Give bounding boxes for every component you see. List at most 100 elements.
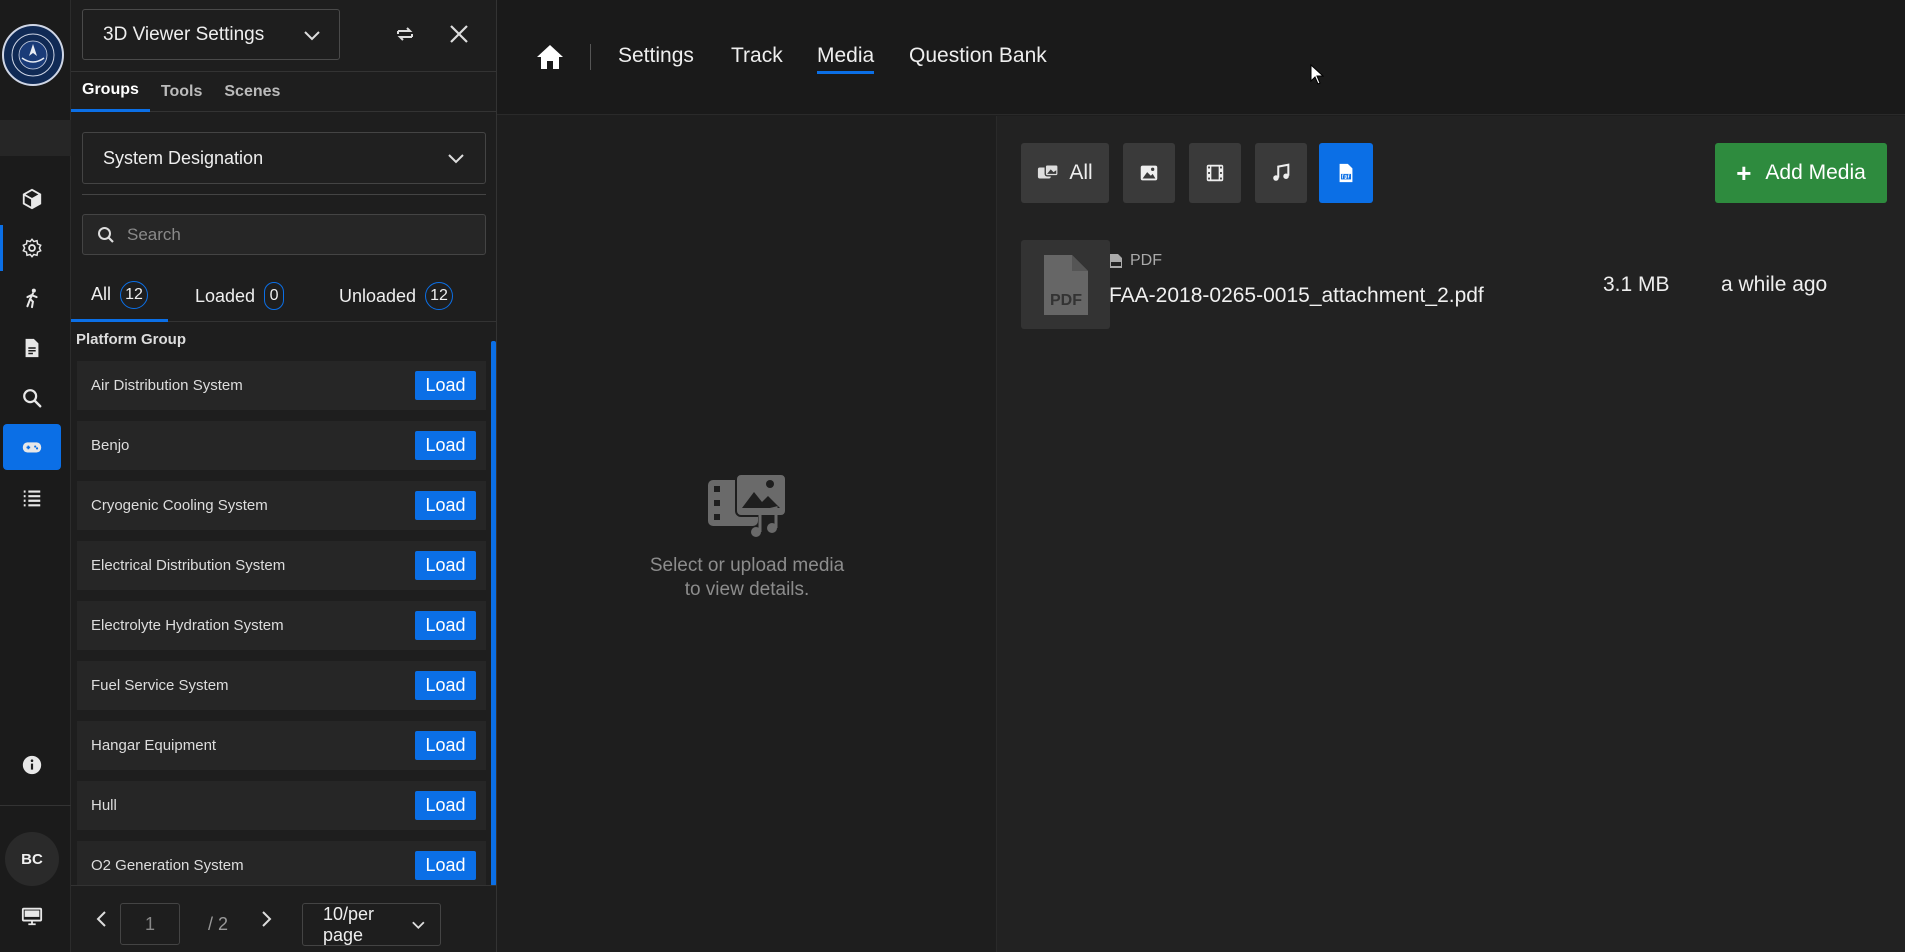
seal-icon <box>11 33 55 77</box>
image-icon <box>1140 165 1158 181</box>
file-type: PDF <box>1130 252 1162 269</box>
pagination: / 2 10/per page <box>71 885 497 952</box>
nav-track[interactable]: Track <box>731 44 783 68</box>
load-button[interactable]: Load <box>415 731 476 760</box>
filter-loaded[interactable]: Loaded 0 <box>168 270 311 322</box>
item-label: O2 Generation System <box>91 857 244 874</box>
plus-icon: + <box>1736 157 1752 188</box>
cube-icon[interactable] <box>3 176 61 222</box>
panel-title-dropdown[interactable]: 3D Viewer Settings <box>82 9 340 60</box>
load-button[interactable]: Load <box>415 791 476 820</box>
item-label: Cryogenic Cooling System <box>91 497 268 514</box>
load-button[interactable]: Load <box>415 611 476 640</box>
filter-unloaded-count: 12 <box>425 282 454 310</box>
filter-audio-button[interactable] <box>1255 143 1307 203</box>
list-item: Benjo Load <box>77 421 486 470</box>
item-label: Hull <box>91 797 117 814</box>
list-item: Electrical Distribution System Load <box>77 541 486 590</box>
document-icon[interactable] <box>3 325 61 371</box>
group-by-dropdown[interactable]: System Designation <box>82 132 486 184</box>
monitor-icon[interactable] <box>3 893 61 939</box>
empty-line-1: Select or upload media <box>649 555 845 576</box>
panel-header: 3D Viewer Settings <box>71 0 496 72</box>
item-label: Electrolyte Hydration System <box>91 617 284 634</box>
item-label: Hangar Equipment <box>91 737 217 754</box>
per-page-value: 10/per page <box>323 903 375 945</box>
page-number-input[interactable] <box>120 903 180 945</box>
walk-icon[interactable] <box>3 275 61 321</box>
add-media-button[interactable]: + Add Media <box>1715 143 1887 203</box>
filter-image-button[interactable] <box>1123 143 1175 203</box>
prev-page-icon[interactable] <box>90 908 112 930</box>
film-icon <box>1206 164 1224 182</box>
page-total: / 2 <box>208 914 229 934</box>
tab-groups[interactable]: Groups <box>71 72 150 112</box>
tab-scenes[interactable]: Scenes <box>213 72 291 112</box>
list-item: Electrolyte Hydration System Load <box>77 601 486 650</box>
load-button[interactable]: Load <box>415 371 476 400</box>
icon-rail: BC <box>0 0 71 952</box>
rail-spacer <box>0 120 71 156</box>
rail-divider <box>0 805 71 806</box>
empty-line-2: to view details. <box>684 579 810 600</box>
search-input[interactable] <box>127 224 467 245</box>
user-avatar[interactable]: BC <box>5 832 59 886</box>
list-scrollbar[interactable] <box>491 341 496 885</box>
filter-video-button[interactable] <box>1189 143 1241 203</box>
refresh-icon[interactable] <box>389 18 421 50</box>
next-page-icon[interactable] <box>256 908 278 930</box>
pdf-small-icon <box>1110 254 1122 268</box>
group-list: Platform Group Air Distribution System L… <box>71 325 497 885</box>
gamepad-icon[interactable] <box>3 424 61 470</box>
chevron-down-icon <box>448 154 464 164</box>
list-icon[interactable] <box>3 475 61 521</box>
file-name: FAA-2018-0265-0015_attachment_2.pdf <box>1109 284 1484 307</box>
file-size: 3.1 MB <box>1603 273 1670 296</box>
group-heading: Platform Group <box>76 331 187 348</box>
filter-all-label: All <box>1069 161 1093 184</box>
filter-loaded-label: Loaded <box>194 285 256 306</box>
load-filter-tabs: All 12 Loaded 0 Unloaded 12 <box>71 270 497 322</box>
filter-unloaded-label: Unloaded <box>338 285 417 306</box>
list-item: Cryogenic Cooling System Load <box>77 481 486 530</box>
app-root: BC 3D Viewer Settings Groups Tools Scene… <box>0 0 1905 952</box>
filter-all-count: 12 <box>120 280 148 309</box>
tab-tools[interactable]: Tools <box>150 72 213 112</box>
nav-settings[interactable]: Settings <box>618 44 694 68</box>
load-button[interactable]: Load <box>415 551 476 580</box>
divider <box>82 194 486 195</box>
add-media-label: Add Media <box>1765 161 1866 184</box>
filter-unloaded[interactable]: Unloaded 12 <box>311 270 481 322</box>
music-icon <box>1273 163 1290 181</box>
media-library: All + Add Media PDF PDF FAA-2018-0265-00… <box>997 116 1905 952</box>
load-button[interactable]: Load <box>415 671 476 700</box>
home-icon[interactable] <box>535 43 565 71</box>
info-icon[interactable] <box>3 742 61 788</box>
group-by-value: System Designation <box>103 147 264 168</box>
gear-icon[interactable] <box>3 225 61 271</box>
filter-pdf-button[interactable] <box>1319 143 1373 203</box>
load-button[interactable]: Load <box>415 491 476 520</box>
search-icon[interactable] <box>3 375 61 421</box>
file-time: a while ago <box>1721 273 1828 296</box>
panel-title: 3D Viewer Settings <box>103 23 265 45</box>
pdf-thumbnail: PDF <box>1021 240 1110 329</box>
close-icon[interactable] <box>443 18 475 50</box>
file-type-label: PDF <box>1109 252 1162 270</box>
filter-all-media-button[interactable]: All <box>1021 143 1109 203</box>
svg-text:PDF: PDF <box>1050 292 1082 309</box>
per-page-dropdown[interactable]: 10/per page <box>302 903 441 946</box>
list-item: O2 Generation System Load <box>77 841 486 885</box>
load-button[interactable]: Load <box>415 851 476 880</box>
filter-all-label: All <box>90 284 111 304</box>
media-detail-pane: Select or upload media to view details. <box>497 116 997 952</box>
load-button[interactable]: Load <box>415 431 476 460</box>
filter-all[interactable]: All 12 <box>71 270 168 322</box>
search-box <box>82 214 486 255</box>
nav-question-bank[interactable]: Question Bank <box>909 44 1047 68</box>
mouse-cursor-icon <box>1310 64 1324 85</box>
media-icon <box>1038 164 1060 179</box>
pdf-icon <box>1339 163 1353 183</box>
org-logo[interactable] <box>2 24 64 86</box>
nav-media[interactable]: Media <box>817 44 875 74</box>
